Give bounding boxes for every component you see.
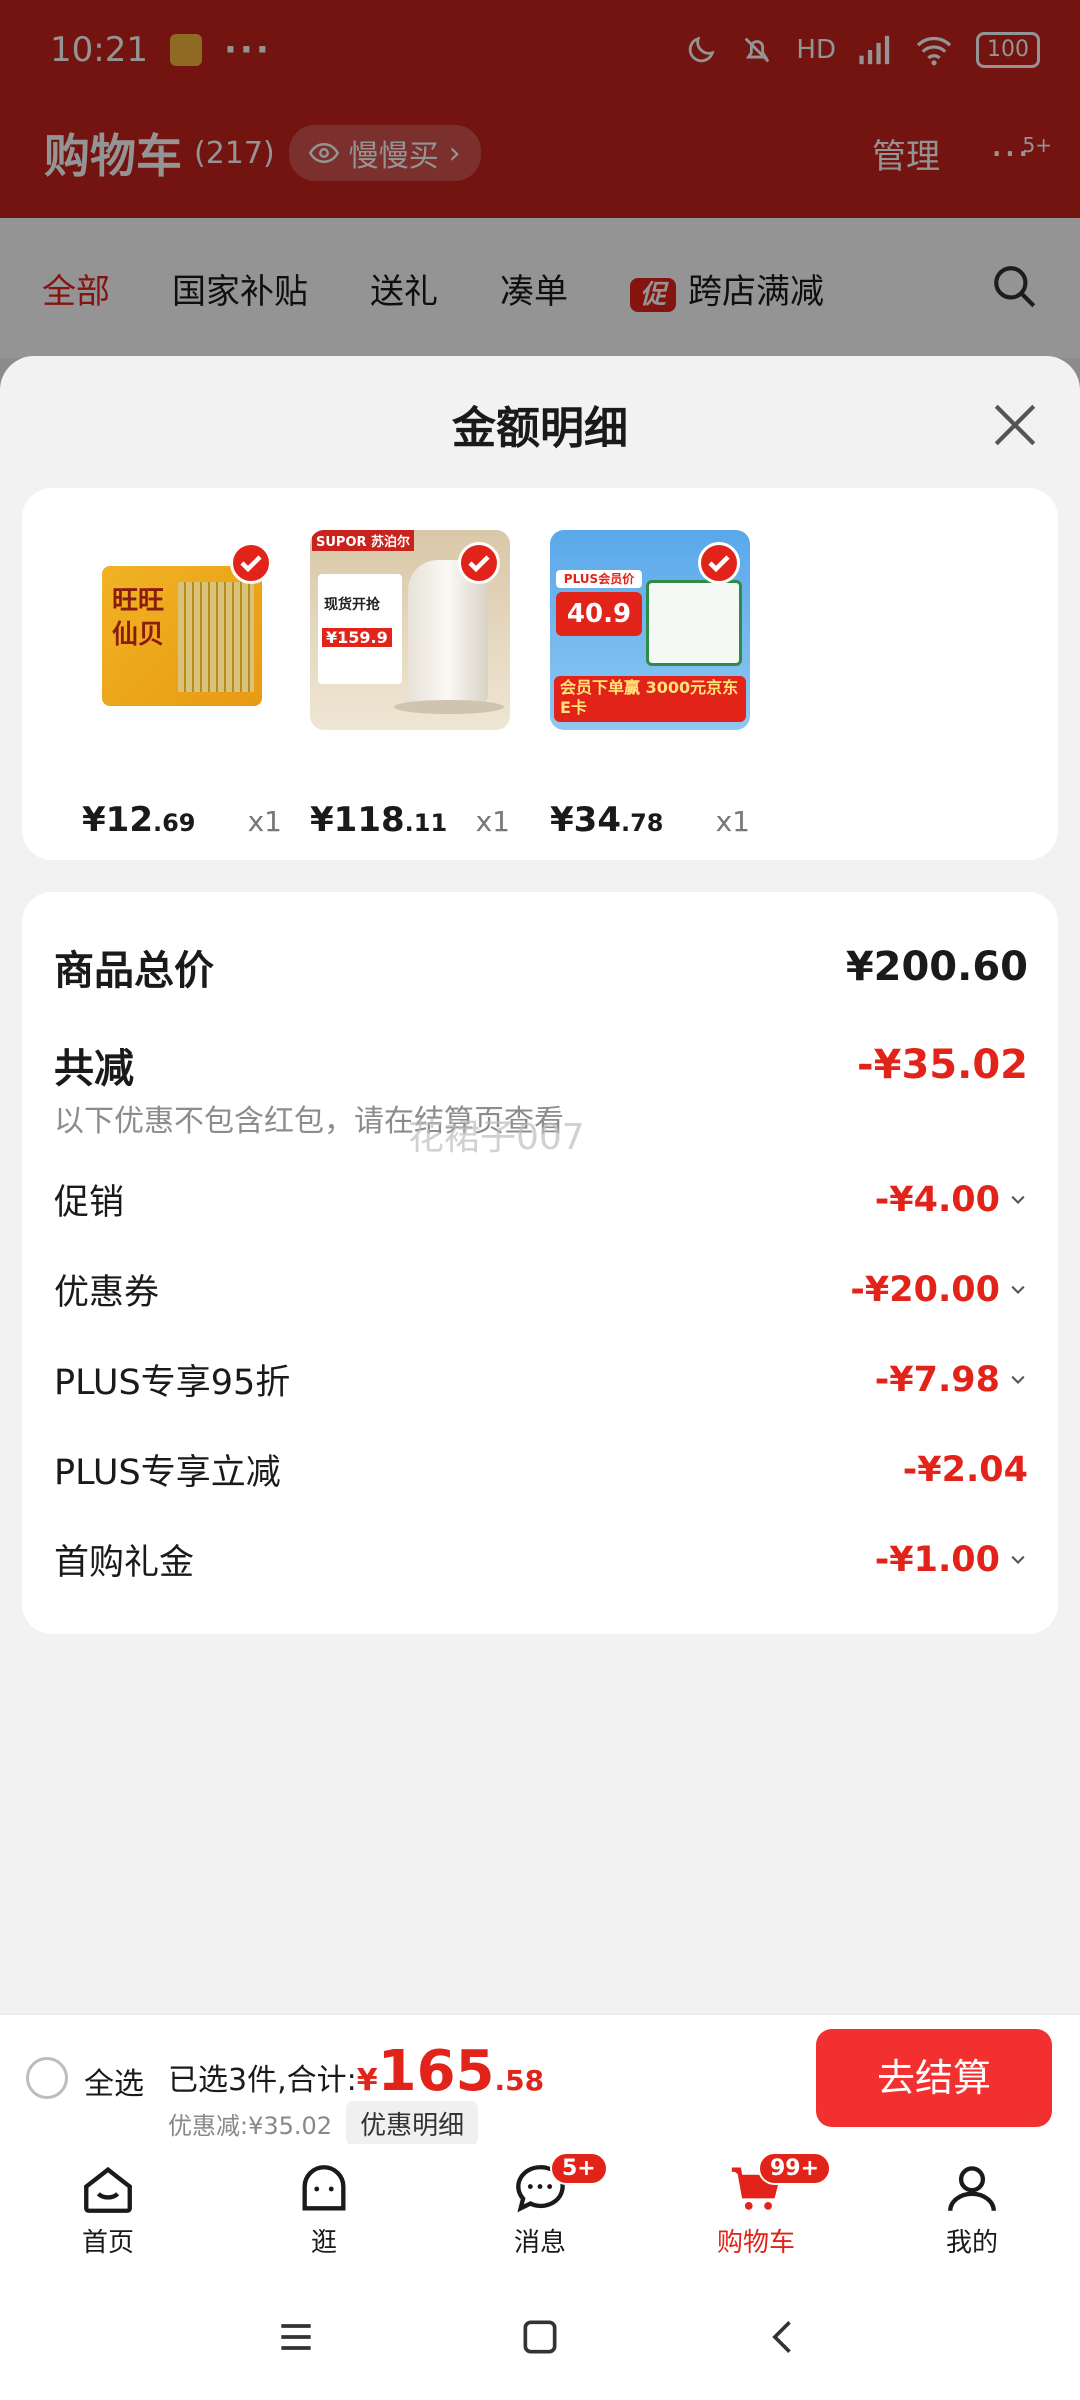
sheet-title: 金额明细 bbox=[452, 403, 628, 454]
total-amount: 165 bbox=[377, 2039, 495, 2104]
explore-icon bbox=[302, 2164, 346, 2211]
nav-home[interactable]: 首页 bbox=[0, 2144, 216, 2274]
product-price: ¥34 bbox=[550, 800, 621, 840]
menu-icon[interactable] bbox=[274, 2315, 318, 2359]
selected-check-icon[interactable] bbox=[458, 542, 500, 584]
product-item[interactable]: 旺旺 仙贝 ¥12.69 x1 bbox=[82, 530, 302, 840]
discount-label: 优惠券 bbox=[54, 1273, 160, 1313]
nav-label: 逛 bbox=[310, 2227, 337, 2258]
total-amount-decimal: .58 bbox=[494, 2064, 545, 2097]
nav-messages[interactable]: 消息 5+ bbox=[432, 2144, 648, 2274]
product-price: ¥12 bbox=[82, 800, 153, 840]
discount-row-coupon[interactable]: 优惠券 -¥20.00 bbox=[54, 1264, 1028, 1315]
discount-value: -¥7.98 bbox=[874, 1359, 1000, 1400]
total-price-label: 商品总价 bbox=[54, 948, 214, 994]
product-brand-label: SUPOR 苏泊尔 bbox=[312, 530, 415, 551]
products-card: 旺旺 仙贝 ¥12.69 x1 SUPOR 苏泊尔 现货开抢 ¥159.9 ¥1… bbox=[22, 488, 1058, 860]
nav-explore[interactable]: 逛 bbox=[216, 2144, 432, 2274]
product-badge: PLUS会员价 bbox=[556, 570, 642, 588]
back-icon[interactable] bbox=[762, 2315, 806, 2359]
nav-cart[interactable]: 购物车 99+ bbox=[648, 2144, 864, 2274]
product-quantity: x1 bbox=[475, 805, 510, 838]
total-currency: ¥ bbox=[356, 2063, 378, 2098]
cart-badge: 99+ bbox=[758, 2152, 832, 2185]
discount-row-first-purchase[interactable]: 首购礼金 -¥1.00 bbox=[54, 1534, 1028, 1585]
nav-label: 我的 bbox=[945, 2227, 998, 2258]
discount-value: -¥4.00 bbox=[874, 1179, 1000, 1220]
discount-row-promotion[interactable]: 促销 -¥4.00 bbox=[54, 1174, 1028, 1225]
watermark: 花裙子007 bbox=[408, 1117, 585, 1158]
product-image-price: ¥159.9 bbox=[322, 628, 392, 647]
discount-label: 首购礼金 bbox=[54, 1543, 195, 1583]
selected-check-icon[interactable] bbox=[230, 542, 272, 584]
message-badge: 5+ bbox=[550, 2152, 608, 2185]
product-price-decimal: .78 bbox=[620, 809, 664, 837]
system-navigation bbox=[0, 2274, 1080, 2400]
total-reduction-value: -¥35.02 bbox=[857, 1042, 1028, 1088]
select-all-checkbox[interactable] bbox=[26, 2057, 68, 2099]
product-image-text: 旺旺 仙贝 bbox=[112, 586, 165, 650]
selected-check-icon[interactable] bbox=[698, 542, 740, 584]
product-promo-label: 现货开抢 bbox=[324, 597, 380, 613]
product-price: ¥118 bbox=[310, 800, 405, 840]
nav-profile[interactable]: 我的 bbox=[864, 2144, 1080, 2274]
checkout-bar: 全选 已选3件,合计: ¥ 165 .58 优惠减:¥35.02 优惠明细 去结… bbox=[0, 2014, 1080, 2146]
product-quantity: x1 bbox=[247, 805, 282, 838]
product-price-decimal: .69 bbox=[152, 809, 196, 837]
product-quantity: x1 bbox=[715, 805, 750, 838]
chevron-down-icon bbox=[1011, 1555, 1025, 1564]
total-reduction-label: 共减 bbox=[54, 1046, 134, 1092]
thermos-kettle-product-image: SUPOR 苏泊尔 现货开抢 ¥159.9 bbox=[310, 530, 510, 730]
discount-summary: 优惠减:¥35.02 bbox=[168, 2112, 333, 2140]
discount-value: -¥1.00 bbox=[874, 1539, 1000, 1580]
nav-label: 消息 bbox=[513, 2227, 566, 2258]
checkout-button[interactable]: 去结算 bbox=[816, 2029, 1052, 2127]
rice-cracker-product-image: 旺旺 仙贝 bbox=[82, 530, 282, 730]
price-summary-card: 商品总价 ¥200.60 共减 -¥35.02 以下优惠不包含红包，请在结算页查… bbox=[22, 892, 1058, 1634]
home-icon bbox=[84, 2166, 132, 2213]
chevron-down-icon bbox=[1011, 1375, 1025, 1384]
discount-value: -¥20.00 bbox=[850, 1269, 1000, 1310]
modal-overlay[interactable] bbox=[0, 0, 1080, 400]
product-image-price: 40.9 bbox=[556, 592, 642, 636]
nav-label: 购物车 bbox=[716, 2227, 795, 2258]
profile-icon bbox=[948, 2165, 996, 2211]
amount-detail-sheet: 金额明细 旺旺 仙贝 ¥12.69 x1 SUPOR 苏泊尔 现货开抢 ¥159… bbox=[0, 356, 1080, 2014]
milk-product-image: PLUS会员价 40.9 会员下单赢 3000元京东E卡 bbox=[550, 530, 750, 730]
total-price-value: ¥200.60 bbox=[845, 944, 1028, 990]
bottom-navigation: 首页 逛 消息 5+ 购物车 99+ 我的 bbox=[0, 2144, 1080, 2274]
product-price-decimal: .11 bbox=[404, 809, 448, 837]
discount-detail-button[interactable]: 优惠明细 bbox=[346, 2101, 479, 2146]
product-item[interactable]: SUPOR 苏泊尔 现货开抢 ¥159.9 ¥118.11 x1 bbox=[310, 530, 530, 840]
discount-label: 促销 bbox=[54, 1183, 125, 1223]
close-icon[interactable] bbox=[990, 400, 1040, 450]
select-all-label[interactable]: 全选 bbox=[84, 2059, 144, 2103]
chevron-down-icon bbox=[1011, 1285, 1025, 1294]
product-promo-label: 会员下单赢 3000元京东E卡 bbox=[554, 676, 746, 722]
selected-count-text: 已选3件,合计: bbox=[168, 2063, 357, 2098]
discount-row-plus-reduce: PLUS专享立减 -¥2.04 bbox=[54, 1444, 1028, 1495]
nav-label: 首页 bbox=[81, 2227, 134, 2258]
discount-label: PLUS专享立减 bbox=[54, 1453, 281, 1493]
home-square-icon[interactable] bbox=[518, 2315, 562, 2359]
discount-value: -¥2.04 bbox=[902, 1449, 1028, 1490]
chevron-down-icon bbox=[1011, 1195, 1025, 1204]
product-item[interactable]: PLUS会员价 40.9 会员下单赢 3000元京东E卡 ¥34.78 x1 bbox=[550, 530, 770, 840]
discount-label: PLUS专享95折 bbox=[54, 1363, 291, 1403]
discount-row-plus-95[interactable]: PLUS专享95折 -¥7.98 bbox=[54, 1354, 1028, 1405]
